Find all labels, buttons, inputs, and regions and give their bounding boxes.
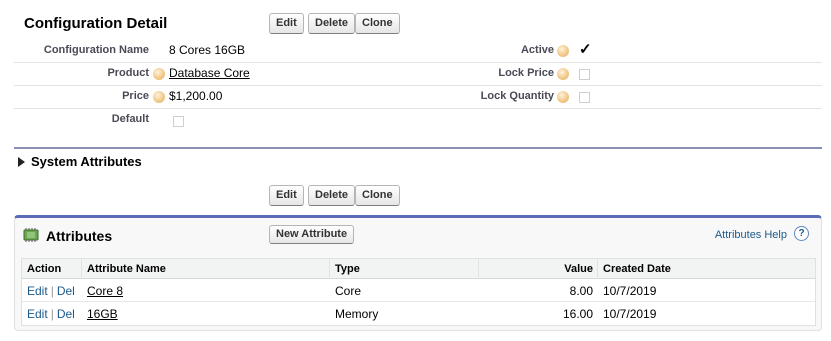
column-separator bbox=[478, 259, 479, 279]
active-label: Active bbox=[520, 44, 554, 56]
help-icon[interactable] bbox=[153, 68, 165, 80]
attributes-panel: Attributes New Attribute Attributes Help… bbox=[14, 215, 822, 331]
attribute-value: 8.00 bbox=[569, 284, 593, 298]
field-divider bbox=[14, 85, 822, 86]
column-header-action: Action bbox=[27, 263, 62, 275]
default-checkbox[interactable] bbox=[173, 116, 184, 127]
lock-price-checkbox[interactable] bbox=[579, 69, 590, 80]
column-header-value[interactable]: Value bbox=[564, 263, 593, 275]
column-header-created-date[interactable]: Created Date bbox=[603, 263, 671, 275]
delete-link[interactable]: Del bbox=[57, 307, 75, 321]
attributes-help-link[interactable]: Attributes Help bbox=[715, 229, 787, 241]
field-divider bbox=[14, 62, 822, 63]
configuration-name-label: Configuration Name bbox=[43, 44, 149, 56]
system-attributes-label: System Attributes bbox=[31, 154, 142, 169]
system-attributes-toggle[interactable]: System Attributes bbox=[18, 154, 142, 169]
chip-icon bbox=[23, 228, 39, 242]
help-icon[interactable] bbox=[557, 68, 569, 80]
page-title: Configuration Detail bbox=[24, 15, 168, 32]
clone-button-bottom[interactable]: Clone bbox=[355, 185, 400, 206]
delete-link[interactable]: Del bbox=[57, 284, 75, 298]
field-divider bbox=[14, 108, 822, 109]
attribute-value: 16.00 bbox=[562, 307, 593, 321]
clone-button[interactable]: Clone bbox=[355, 13, 400, 34]
table-header: Action Attribute Name Type Value Created… bbox=[22, 259, 815, 279]
column-separator bbox=[329, 259, 330, 279]
triangle-right-icon bbox=[18, 157, 25, 167]
action-separator: | bbox=[50, 284, 54, 298]
delete-button[interactable]: Delete bbox=[308, 13, 356, 34]
lock-quantity-checkbox[interactable] bbox=[579, 92, 590, 103]
edit-link[interactable]: Edit bbox=[27, 284, 48, 298]
column-separator bbox=[597, 259, 598, 279]
lock-price-label: Lock Price bbox=[498, 67, 554, 79]
price-label: Price bbox=[122, 90, 149, 102]
attributes-table: Action Attribute Name Type Value Created… bbox=[21, 258, 816, 326]
attribute-name-link[interactable]: Core 8 bbox=[87, 284, 123, 298]
created-date: 10/7/2019 bbox=[603, 307, 657, 321]
table-row: Edit | Del 16GB Memory 16.00 10/7/2019 bbox=[22, 302, 815, 325]
column-separator bbox=[81, 259, 82, 279]
attribute-type: Memory bbox=[335, 307, 379, 321]
attribute-name-link[interactable]: 16GB bbox=[87, 307, 118, 321]
created-date: 10/7/2019 bbox=[603, 284, 657, 298]
edit-button-bottom[interactable]: Edit bbox=[269, 185, 304, 206]
default-label: Default bbox=[111, 113, 149, 125]
configuration-name-value: 8 Cores 16GB bbox=[169, 43, 246, 57]
action-separator: | bbox=[50, 307, 54, 321]
section-divider bbox=[14, 147, 822, 149]
question-icon[interactable]: ? bbox=[794, 226, 809, 241]
column-header-type[interactable]: Type bbox=[335, 263, 360, 275]
attribute-type: Core bbox=[335, 284, 362, 298]
delete-button-bottom[interactable]: Delete bbox=[308, 185, 356, 206]
help-icon[interactable] bbox=[153, 91, 165, 103]
help-icon[interactable] bbox=[557, 91, 569, 103]
edit-link[interactable]: Edit bbox=[27, 307, 48, 321]
price-value: $1,200.00 bbox=[169, 89, 223, 103]
new-attribute-button[interactable]: New Attribute bbox=[269, 225, 355, 244]
row-actions: Edit | Del bbox=[27, 284, 75, 298]
product-label: Product bbox=[107, 67, 149, 79]
attributes-title: Attributes bbox=[46, 228, 113, 244]
column-header-attribute-name[interactable]: Attribute Name bbox=[87, 263, 166, 275]
lock-quantity-label: Lock Quantity bbox=[480, 90, 554, 102]
edit-button[interactable]: Edit bbox=[269, 13, 304, 34]
help-icon[interactable] bbox=[557, 45, 569, 57]
table-row: Edit | Del Core 8 Core 8.00 10/7/2019 bbox=[22, 279, 815, 302]
active-checkmark: ✓ bbox=[579, 41, 592, 58]
product-link[interactable]: Database Core bbox=[169, 66, 250, 80]
row-actions: Edit | Del bbox=[27, 307, 75, 321]
